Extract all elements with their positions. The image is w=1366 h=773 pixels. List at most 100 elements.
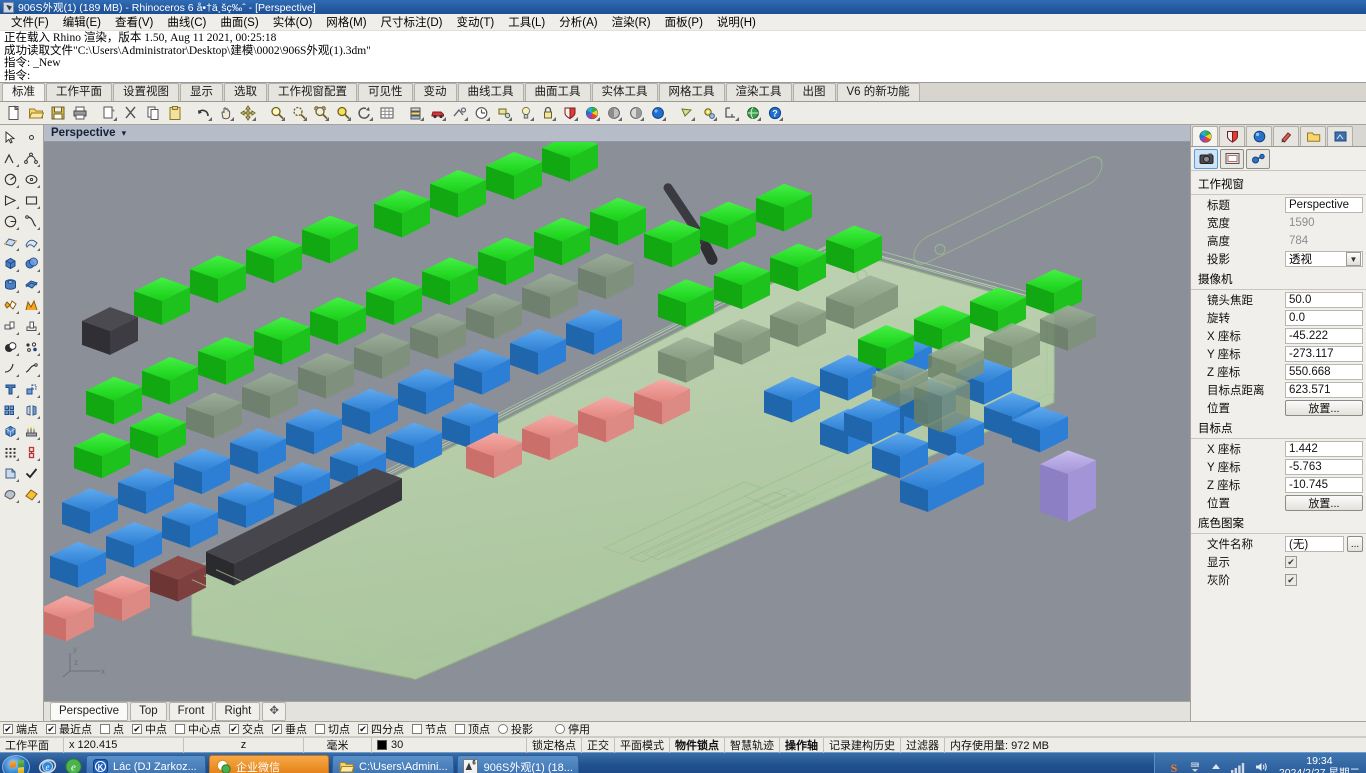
earth-icon[interactable] <box>742 103 763 123</box>
toolbar-tab-curve-tools[interactable]: 曲线工具 <box>457 83 524 101</box>
osnap-point[interactable]: 点 <box>100 721 124 737</box>
osnap-endpoint-checkbox[interactable]: ✔ <box>3 724 13 734</box>
rectangle-icon[interactable] <box>21 190 42 211</box>
prop-value-wallpaper-file[interactable]: (无) <box>1285 536 1344 552</box>
taskbar-clock[interactable]: 19:34 2024/2/27 星期二 <box>1279 755 1360 773</box>
prop-row-camera-x[interactable]: X 座标 -45.222 <box>1191 327 1366 345</box>
prop-combo-projection[interactable]: 透视 ▼ <box>1285 251 1363 267</box>
surface-sweep-icon[interactable] <box>21 232 42 253</box>
status-toggle-planar[interactable]: 平面模式 <box>615 737 670 753</box>
copy-view-icon[interactable] <box>98 103 119 123</box>
wallpaper-show-checkbox[interactable]: ✔ <box>1285 556 1297 568</box>
toolbar-tab-display[interactable]: 显示 <box>180 83 223 101</box>
prop-row-projection[interactable]: 投影 透视 ▼ <box>1191 250 1366 268</box>
prop-value-target-x[interactable]: 1.442 <box>1285 441 1363 457</box>
status-toggle-gumball[interactable]: 操作轴 <box>780 737 824 753</box>
viewport-tab-front[interactable]: Front <box>168 702 214 721</box>
status-toggle-history[interactable]: 记录建构历史 <box>824 737 901 753</box>
surface-offset-icon[interactable] <box>21 274 42 295</box>
panel-tab-properties[interactable] <box>1192 126 1218 146</box>
shade-sphere2-icon[interactable] <box>625 103 646 123</box>
trim-icon[interactable] <box>0 316 21 337</box>
prop-value-target-distance[interactable]: 623.571 <box>1285 382 1363 398</box>
toolbar-tab-render-tools[interactable]: 渲染工具 <box>725 83 792 101</box>
open-folder-icon[interactable] <box>25 103 46 123</box>
prop-row-camera-y[interactable]: Y 座标 -273.117 <box>1191 345 1366 363</box>
prop-value-lens-length[interactable]: 50.0 <box>1285 292 1363 308</box>
camera-place-button[interactable]: 放置... <box>1285 400 1363 416</box>
osnap-project[interactable]: 投影 <box>498 721 533 737</box>
save-icon[interactable] <box>47 103 68 123</box>
boolean-difference-icon[interactable] <box>0 337 21 358</box>
light-bulb-icon[interactable] <box>515 103 536 123</box>
prop-row-wallpaper-show[interactable]: 显示 ✔ <box>1191 553 1366 571</box>
panel-tab-files[interactable] <box>1300 126 1326 146</box>
points-scatter-icon[interactable] <box>21 337 42 358</box>
osnap-project-radio[interactable] <box>498 724 508 734</box>
chevron-down-icon[interactable]: ▼ <box>1346 252 1361 266</box>
status-layer[interactable]: 30 <box>372 737 527 753</box>
osnap-midpoint[interactable]: ✔ 中点 <box>132 721 167 737</box>
box-icon[interactable] <box>0 253 21 274</box>
help-icon[interactable]: ? <box>764 103 785 123</box>
internet-explorer-icon[interactable]: e <box>34 755 60 773</box>
prop-value-rotation[interactable]: 0.0 <box>1285 310 1363 326</box>
color-wheel-icon[interactable] <box>581 103 602 123</box>
wallpaper-browse-button[interactable]: ... <box>1347 536 1363 552</box>
status-toggle-ortho[interactable]: 正交 <box>582 737 615 753</box>
explode-icon[interactable] <box>0 295 21 316</box>
osnap-vertex[interactable]: 顶点 <box>455 721 490 737</box>
render-preview-icon[interactable] <box>449 103 470 123</box>
osnap-disable[interactable]: 停用 <box>555 721 590 737</box>
free-curve-icon[interactable] <box>21 211 42 232</box>
volume-icon[interactable] <box>1254 760 1269 773</box>
polyline-icon[interactable] <box>0 148 21 169</box>
fillet-curve-icon[interactable] <box>0 358 21 379</box>
osnap-midpoint-checkbox[interactable]: ✔ <box>132 724 142 734</box>
gears-icon[interactable] <box>698 103 719 123</box>
ime-icon[interactable]: ⌨ <box>1189 760 1202 773</box>
viewport-tab-add-icon[interactable]: ✥ <box>262 702 286 721</box>
toolbar-tab-standard[interactable]: 标准 <box>2 83 45 101</box>
join-icon[interactable] <box>21 295 42 316</box>
prop-value-target-z[interactable]: -10.745 <box>1285 477 1363 493</box>
osnap-near[interactable]: ✔ 最近点 <box>46 721 92 737</box>
distance-icon[interactable] <box>720 103 741 123</box>
prop-row-lens-length[interactable]: 镜头焦距 50.0 <box>1191 291 1366 309</box>
prop-value-camera-y[interactable]: -273.117 <box>1285 346 1363 362</box>
viewport-tab-top[interactable]: Top <box>130 702 167 721</box>
taskbar-button-rhino[interactable]: 6 906S外观(1) (18... <box>456 755 579 773</box>
car-icon[interactable] <box>427 103 448 123</box>
show-hidden-icon[interactable] <box>1210 761 1222 773</box>
osnap-vertex-checkbox[interactable] <box>455 724 465 734</box>
green-browser-icon[interactable]: e <box>60 755 86 773</box>
status-toggle-smarttrack[interactable]: 智慧轨迹 <box>725 737 780 753</box>
split-icon[interactable] <box>21 316 42 337</box>
status-toggle-filter[interactable]: 过滤器 <box>901 737 945 753</box>
check-mark-icon[interactable] <box>21 463 42 484</box>
menu-item-render[interactable]: 渲染(R) <box>605 13 658 31</box>
paste-icon[interactable] <box>164 103 185 123</box>
menu-item-help[interactable]: 说明(H) <box>710 13 763 31</box>
curve-control-points-icon[interactable] <box>21 148 42 169</box>
sogou-s-icon[interactable]: S <box>1167 760 1181 773</box>
circle-icon[interactable] <box>0 211 21 232</box>
perspective-viewport[interactable]: y x z <box>44 142 1190 701</box>
shade-sphere-icon[interactable] <box>603 103 624 123</box>
shade-tool-icon[interactable] <box>0 484 21 505</box>
copy-object-icon[interactable] <box>21 379 42 400</box>
surface-edit-points-icon[interactable] <box>0 232 21 253</box>
boolean-union-icon[interactable] <box>21 253 42 274</box>
shield-render-icon[interactable] <box>559 103 580 123</box>
prop-row-title[interactable]: 标题 Perspective <box>1191 196 1366 214</box>
osnap-intersection[interactable]: ✔ 交点 <box>229 721 264 737</box>
osnap-perpendicular-checkbox[interactable]: ✔ <box>272 724 282 734</box>
osnap-quadrant-checkbox[interactable]: ✔ <box>358 724 368 734</box>
pan-hand-icon[interactable] <box>215 103 236 123</box>
panel-tab-material[interactable] <box>1246 126 1272 146</box>
status-toggle-osnap[interactable]: 物件锁点 <box>670 737 725 753</box>
osnap-perpendicular[interactable]: ✔ 垂点 <box>272 721 307 737</box>
prop-row-rotation[interactable]: 旋转 0.0 <box>1191 309 1366 327</box>
menu-item-solid[interactable]: 实体(O) <box>266 13 320 31</box>
chevron-down-icon[interactable]: ▾ <box>122 128 127 139</box>
